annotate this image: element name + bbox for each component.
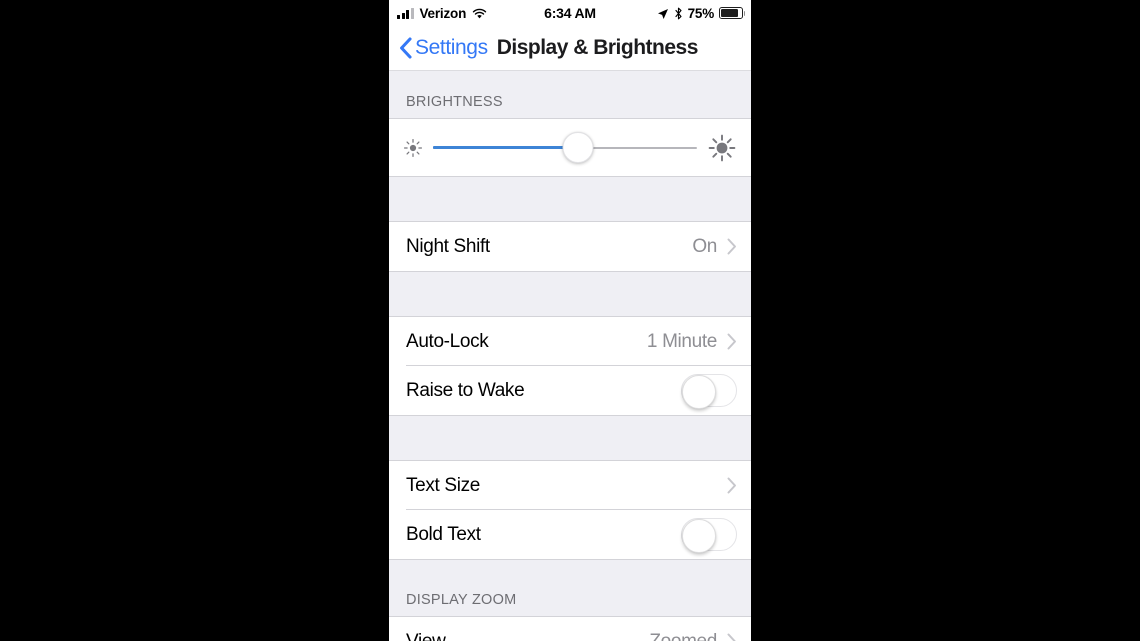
location-arrow-icon xyxy=(657,7,669,19)
sun-large-icon xyxy=(707,133,737,163)
row-text-size-label: Text Size xyxy=(406,474,480,496)
back-button-label: Settings xyxy=(415,36,488,59)
status-bar-left: Verizon xyxy=(397,6,570,21)
wifi-icon xyxy=(472,7,487,19)
row-auto-lock-value: 1 Minute xyxy=(646,330,717,352)
lock-group: Auto-Lock 1 Minute Raise to Wake xyxy=(389,317,751,416)
chevron-right-icon xyxy=(727,477,737,494)
toggle-knob xyxy=(681,518,716,553)
row-night-shift-value: On xyxy=(692,235,717,257)
section-header-display-zoom-label: DISPLAY ZOOM xyxy=(406,592,517,608)
raise-to-wake-toggle[interactable] xyxy=(681,374,737,409)
back-button[interactable]: Settings xyxy=(399,36,488,60)
row-auto-lock[interactable]: Auto-Lock 1 Minute xyxy=(389,317,751,366)
row-auto-lock-label: Auto-Lock xyxy=(406,330,489,352)
settings-list: BRIGHTNESS Night Shift On Auto-Lock 1 Mi… xyxy=(389,71,751,641)
signal-bars-icon xyxy=(397,7,414,19)
slider-fill xyxy=(433,146,579,149)
display-zoom-group: View Zoomed xyxy=(389,617,751,641)
page-title: Display & Brightness xyxy=(496,36,699,59)
status-bar: Verizon 6:34 AM 75% xyxy=(389,0,751,26)
row-night-shift-label: Night Shift xyxy=(406,235,490,257)
section-header-brightness: BRIGHTNESS xyxy=(389,71,751,119)
night-shift-group: Night Shift On xyxy=(389,222,751,272)
chevron-right-icon xyxy=(727,633,737,641)
row-raise-to-wake-label: Raise to Wake xyxy=(406,379,525,401)
section-gap-1 xyxy=(389,177,751,222)
carrier-label: Verizon xyxy=(419,5,467,21)
section-header-display-zoom: DISPLAY ZOOM xyxy=(389,560,751,617)
screenshot-stage: Verizon 6:34 AM 75% Settings Display & B… xyxy=(0,0,1140,641)
row-bold-text[interactable]: Bold Text xyxy=(389,510,751,559)
chevron-right-icon xyxy=(727,238,737,255)
row-view-label: View xyxy=(406,630,446,641)
text-group: Text Size Bold Text xyxy=(389,461,751,560)
row-night-shift[interactable]: Night Shift On xyxy=(389,222,751,271)
chevron-left-icon xyxy=(399,37,412,59)
toggle-knob xyxy=(681,374,716,409)
row-text-size[interactable]: Text Size xyxy=(389,461,751,510)
slider-thumb[interactable] xyxy=(562,132,594,163)
status-bar-right: 75% xyxy=(570,5,746,21)
battery-percent-label: 75% xyxy=(687,5,715,21)
brightness-slider[interactable] xyxy=(433,132,697,163)
section-header-brightness-label: BRIGHTNESS xyxy=(406,94,503,110)
section-gap-3 xyxy=(389,416,751,461)
row-view[interactable]: View Zoomed xyxy=(389,617,751,641)
navigation-bar: Settings Display & Brightness xyxy=(389,26,751,71)
iphone-screen: Verizon 6:34 AM 75% Settings Display & B… xyxy=(389,0,751,641)
battery-icon xyxy=(719,7,746,19)
chevron-right-icon xyxy=(727,333,737,350)
row-raise-to-wake[interactable]: Raise to Wake xyxy=(389,366,751,415)
bold-text-toggle[interactable] xyxy=(681,518,737,553)
sun-small-icon xyxy=(403,138,423,158)
section-gap-2 xyxy=(389,272,751,317)
bluetooth-icon xyxy=(674,7,683,20)
row-bold-text-label: Bold Text xyxy=(406,523,481,545)
brightness-slider-row xyxy=(389,119,751,176)
brightness-group xyxy=(389,119,751,177)
row-view-value: Zoomed xyxy=(649,630,717,641)
